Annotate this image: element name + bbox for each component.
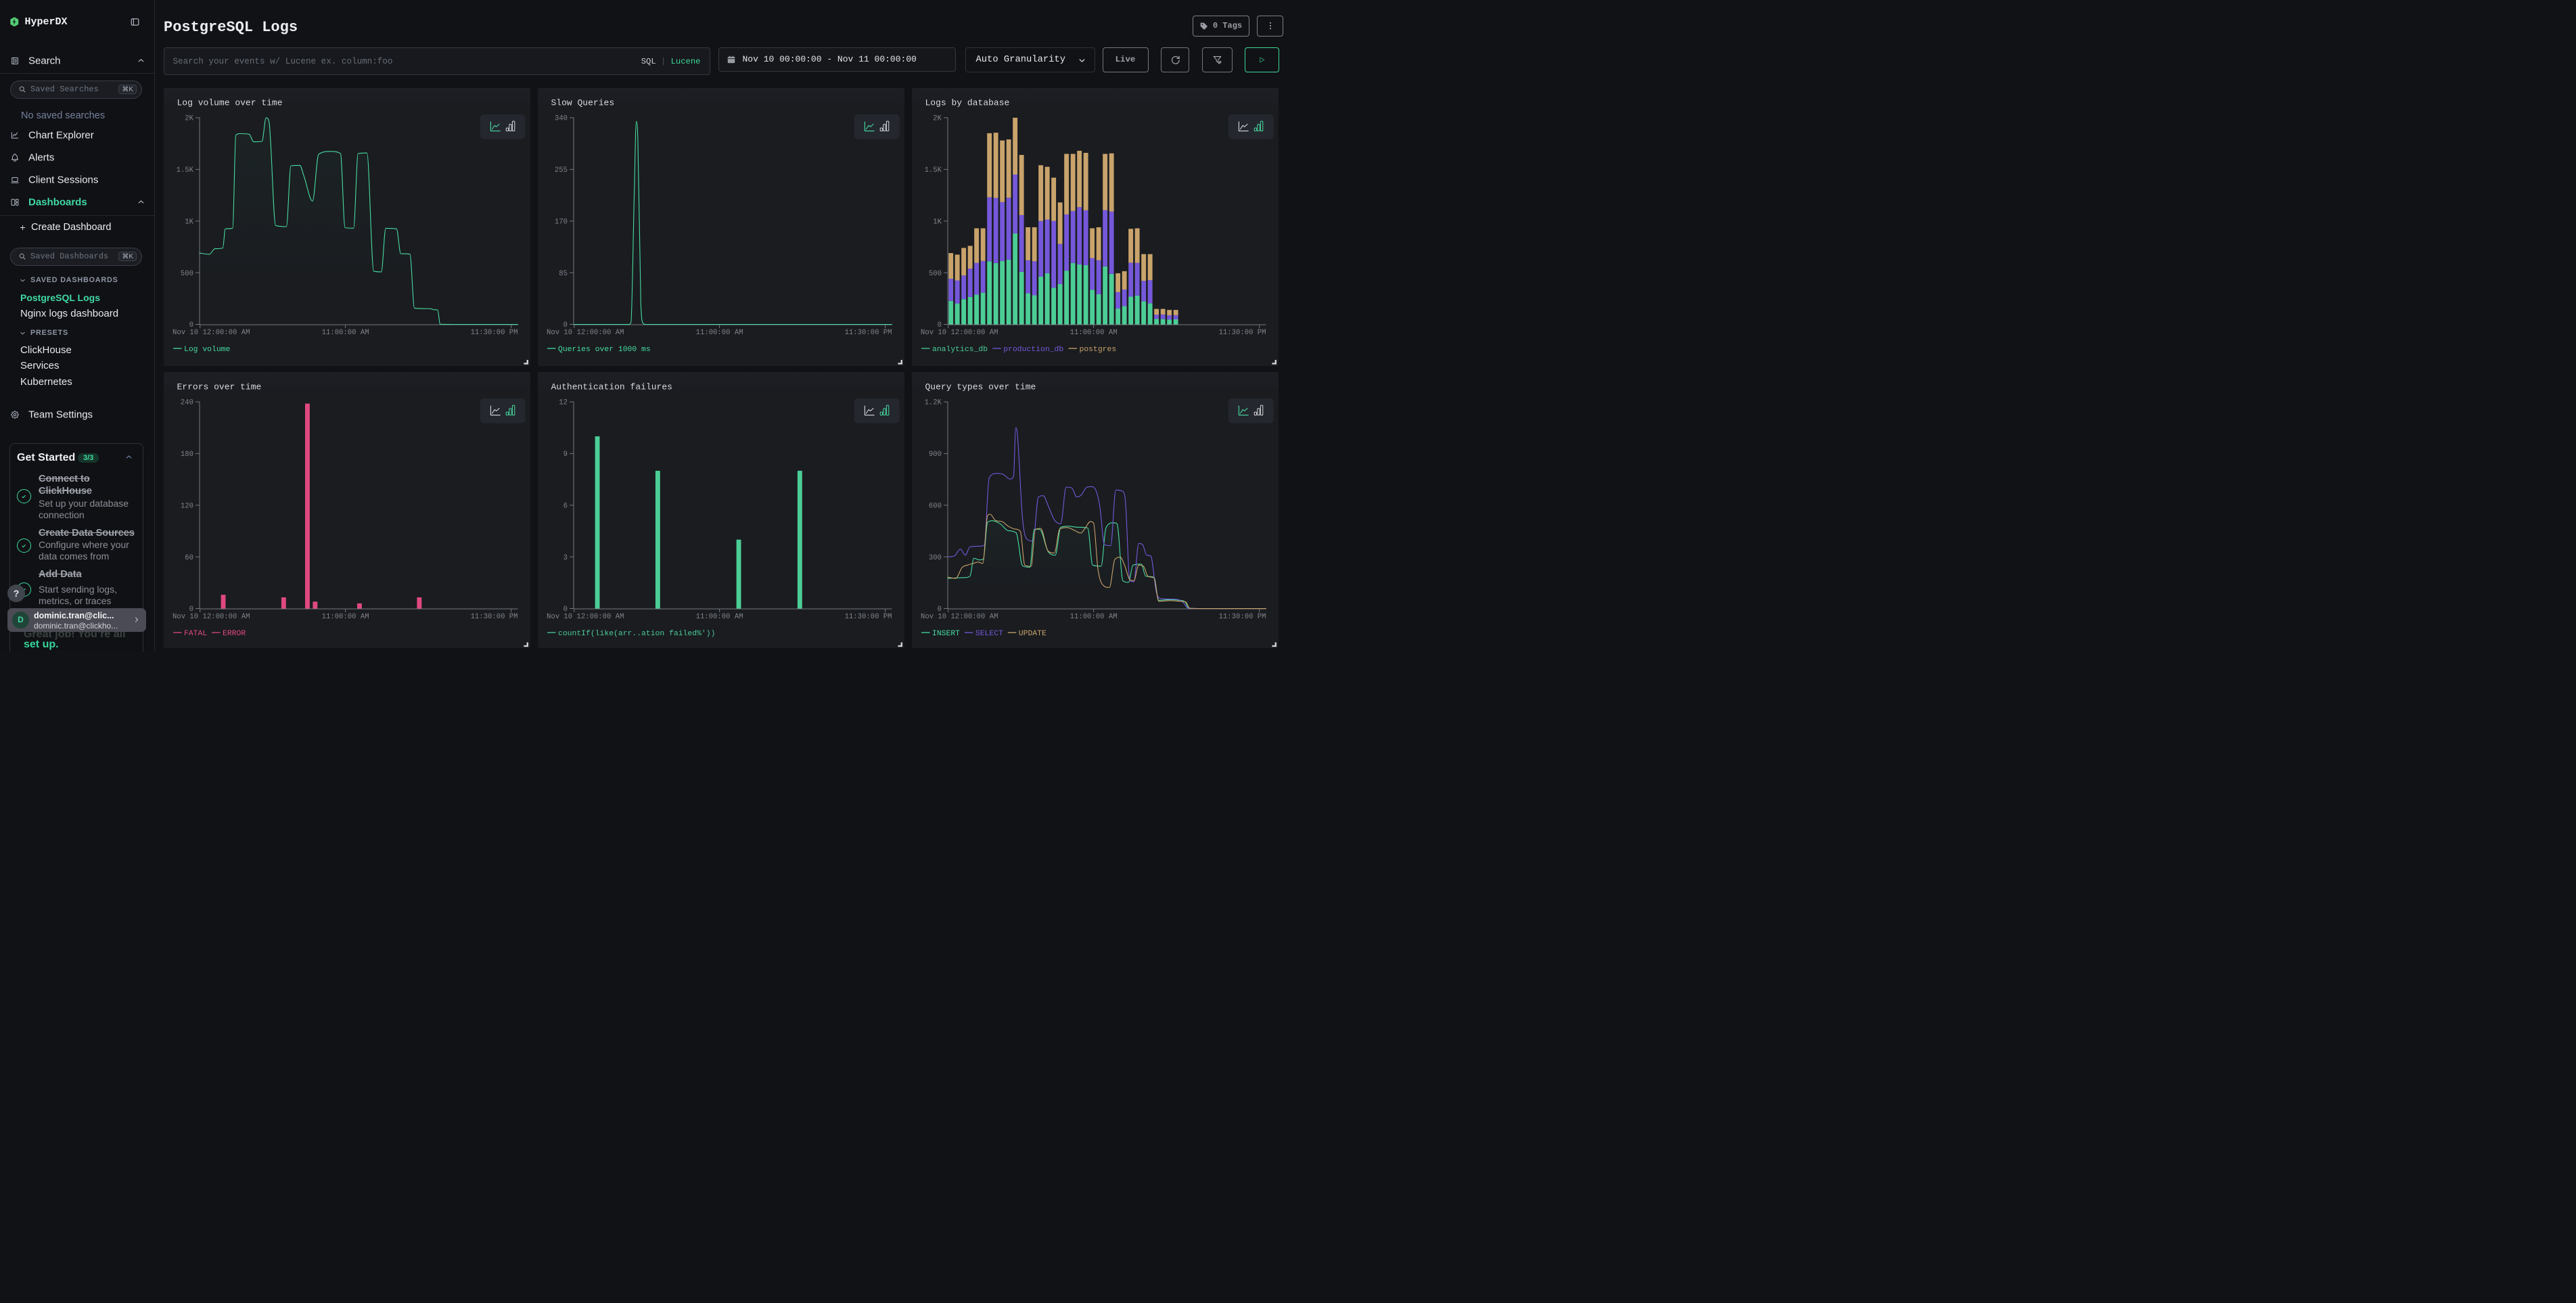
svg-text:11:30:00 PM: 11:30:00 PM (844, 613, 892, 621)
svg-text:240: 240 (180, 399, 193, 407)
svg-text:6: 6 (563, 502, 567, 510)
svg-text:11:30:00 PM: 11:30:00 PM (844, 329, 892, 337)
svg-text:340: 340 (554, 115, 567, 123)
svg-text:3: 3 (563, 554, 567, 562)
svg-text:300: 300 (928, 554, 941, 562)
svg-text:FATAL: FATAL (184, 630, 207, 638)
svg-text:Log volume over time: Log volume over time (177, 98, 282, 108)
svg-text:SELECT: SELECT (975, 630, 1003, 638)
svg-text:11:30:00 PM: 11:30:00 PM (1218, 613, 1266, 621)
svg-text:Nov 10 12:00:00 AM: Nov 10 12:00:00 AM (921, 329, 998, 337)
svg-text:11:30:00 PM: 11:30:00 PM (1218, 329, 1266, 337)
svg-text:600: 600 (928, 502, 941, 510)
svg-text:ERROR: ERROR (223, 630, 246, 638)
svg-text:UPDATE: UPDATE (1018, 630, 1046, 638)
svg-text:Nov 10 12:00:00 AM: Nov 10 12:00:00 AM (547, 329, 624, 337)
svg-text:2K: 2K (933, 115, 942, 123)
svg-text:11:30:00 PM: 11:30:00 PM (470, 329, 518, 337)
svg-text:Nov 10 12:00:00 AM: Nov 10 12:00:00 AM (921, 613, 998, 621)
svg-text:9: 9 (563, 451, 567, 459)
svg-text:11:00:00 AM: 11:00:00 AM (1070, 329, 1117, 337)
svg-text:170: 170 (554, 218, 567, 226)
svg-text:Logs by database: Logs by database (925, 98, 1009, 108)
svg-text:Authentication failures: Authentication failures (551, 382, 672, 392)
svg-text:2K: 2K (185, 115, 193, 123)
svg-text:1K: 1K (185, 218, 193, 226)
svg-text:500: 500 (928, 270, 941, 278)
svg-text:Nov 10 12:00:00 AM: Nov 10 12:00:00 AM (172, 613, 250, 621)
svg-text:Slow Queries: Slow Queries (551, 98, 614, 108)
svg-text:1K: 1K (933, 218, 942, 226)
svg-text:11:30:00 PM: 11:30:00 PM (470, 613, 518, 621)
svg-text:Query types over time: Query types over time (925, 382, 1036, 392)
svg-text:postgres: postgres (1079, 346, 1116, 354)
svg-text:11:00:00 AM: 11:00:00 AM (695, 613, 743, 621)
svg-text:countIf(like(arr..ation failed: countIf(like(arr..ation failed%')) (558, 630, 715, 638)
svg-text:1.5K: 1.5K (924, 166, 942, 175)
svg-text:60: 60 (185, 554, 193, 562)
svg-text:85: 85 (559, 270, 568, 278)
svg-text:Nov 10 12:00:00 AM: Nov 10 12:00:00 AM (547, 613, 624, 621)
svg-text:11:00:00 AM: 11:00:00 AM (321, 613, 369, 621)
svg-text:500: 500 (180, 270, 193, 278)
svg-text:1.5K: 1.5K (176, 166, 193, 175)
svg-text:12: 12 (559, 399, 568, 407)
svg-text:analytics_db: analytics_db (932, 346, 988, 354)
svg-text:11:00:00 AM: 11:00:00 AM (1070, 613, 1117, 621)
svg-text:11:00:00 AM: 11:00:00 AM (321, 329, 369, 337)
svg-text:Queries over 1000 ms: Queries over 1000 ms (558, 346, 651, 354)
svg-text:Log volume: Log volume (184, 346, 231, 354)
svg-text:900: 900 (928, 451, 941, 459)
svg-text:1.2K: 1.2K (924, 399, 942, 407)
svg-text:180: 180 (180, 451, 193, 459)
svg-text:Errors over time: Errors over time (177, 382, 261, 392)
svg-text:Nov 10 12:00:00 AM: Nov 10 12:00:00 AM (172, 329, 250, 337)
svg-text:255: 255 (554, 166, 567, 175)
svg-text:120: 120 (180, 502, 193, 510)
svg-text:production_db: production_db (1003, 346, 1063, 354)
svg-text:11:00:00 AM: 11:00:00 AM (695, 329, 743, 337)
svg-text:INSERT: INSERT (932, 630, 960, 638)
